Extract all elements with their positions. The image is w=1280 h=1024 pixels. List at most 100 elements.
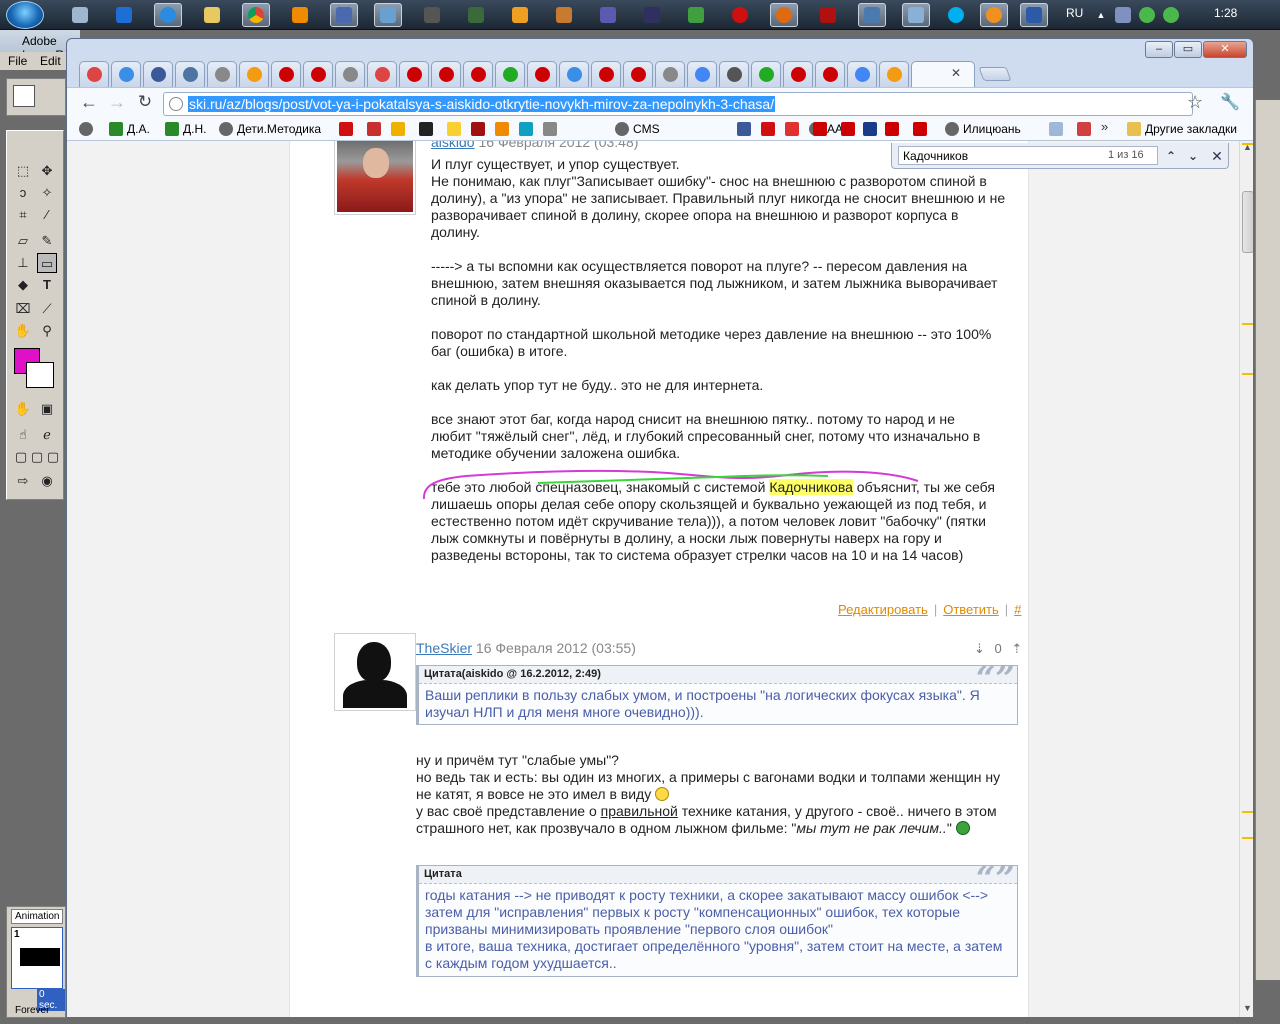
animation-tab[interactable]: Animation <box>11 909 64 924</box>
tray-app-icon[interactable] <box>1162 3 1180 27</box>
edit-link[interactable]: Редактировать <box>838 602 928 617</box>
browser-tab[interactable] <box>751 61 781 87</box>
rect-select-icon[interactable] <box>13 85 35 107</box>
browser-tab[interactable] <box>719 61 749 87</box>
browser-preview-icon[interactable]: ℯ <box>37 425 57 445</box>
bookmark-icon[interactable] <box>391 122 405 136</box>
stamp-tool-icon[interactable]: ⊥ <box>13 253 33 273</box>
reload-button[interactable]: ↻ <box>135 93 155 113</box>
browser-tab[interactable] <box>847 61 877 87</box>
skype-icon[interactable] <box>942 3 970 27</box>
menu-edit[interactable]: Edit <box>40 54 61 68</box>
crop-tool-icon[interactable]: ⌗ <box>13 205 33 225</box>
start-button[interactable] <box>6 1 44 29</box>
author-link[interactable]: TheSkier <box>416 640 472 656</box>
browser-tab[interactable] <box>591 61 621 87</box>
browser-tab[interactable] <box>623 61 653 87</box>
type-tool-icon[interactable]: T <box>37 275 57 295</box>
avatar-aiskido[interactable] <box>334 141 416 215</box>
crop-icon[interactable]: ⌧ <box>13 299 33 319</box>
browser-tab[interactable] <box>463 61 493 87</box>
vote-down-icon[interactable]: ⇣ <box>974 641 985 656</box>
calculator-icon[interactable] <box>66 3 94 27</box>
browser-tab[interactable] <box>271 61 301 87</box>
bookmark-item[interactable]: Илицюань <box>945 121 1021 137</box>
app-icon[interactable] <box>902 3 930 27</box>
media-player-icon[interactable] <box>506 3 534 27</box>
remote-desktop-icon[interactable] <box>858 3 886 27</box>
opera-icon[interactable] <box>726 3 754 27</box>
bookmark-icon[interactable] <box>1077 122 1091 136</box>
bucket-tool-icon[interactable]: ◆ <box>13 275 33 295</box>
avatar-theskier[interactable] <box>334 633 416 711</box>
active-tab[interactable] <box>911 61 975 88</box>
bookmark-icon[interactable] <box>1049 122 1063 136</box>
browser-tab[interactable] <box>335 61 365 87</box>
zoom-tool-icon[interactable]: ⚲ <box>37 321 57 341</box>
preview-icon[interactable]: ▣ <box>37 399 57 419</box>
language-indicator[interactable]: RU <box>1066 6 1083 20</box>
tab-close-icon[interactable]: ✕ <box>951 66 961 80</box>
app-icon[interactable] <box>418 3 446 27</box>
vlc-icon[interactable] <box>286 3 314 27</box>
browser-tab[interactable] <box>207 61 237 87</box>
jump-to-icon[interactable]: ◉ <box>37 471 57 491</box>
pencil-tool-icon[interactable]: ✎ <box>37 231 57 251</box>
browser-tab[interactable] <box>879 61 909 87</box>
tray-app-icon[interactable] <box>1114 3 1132 27</box>
bookmark-icon[interactable] <box>519 122 533 136</box>
eraser-tool-icon[interactable]: ▱ <box>13 231 33 251</box>
find-previous-button[interactable]: ⌃ <box>1162 147 1180 165</box>
menu-file[interactable]: File <box>8 54 27 68</box>
forward-button[interactable]: → <box>107 93 127 113</box>
bookmark-star-icon[interactable]: ☆ <box>1187 92 1203 113</box>
bookmark-icon[interactable] <box>761 122 775 136</box>
lasso-tool-icon[interactable]: ↄ <box>13 183 33 203</box>
find-next-button[interactable]: ⌄ <box>1184 147 1202 165</box>
browser-tab[interactable] <box>495 61 525 87</box>
save-icon[interactable] <box>638 3 666 27</box>
bookmark-icon[interactable] <box>885 122 899 136</box>
browser-tab[interactable] <box>175 61 205 87</box>
browser-tab[interactable] <box>239 61 269 87</box>
tray-arrow-icon[interactable]: ▲ <box>1094 3 1108 27</box>
new-tab-button[interactable] <box>978 67 1012 81</box>
firefox-icon[interactable] <box>770 3 798 27</box>
bookmark-item[interactable]: Д.А. <box>109 121 150 137</box>
minimize-button[interactable]: – <box>1145 41 1173 58</box>
word-icon[interactable] <box>1020 3 1048 27</box>
slice-tool-icon[interactable]: ⁄ <box>37 205 57 225</box>
bookmark-icon[interactable] <box>785 122 799 136</box>
browser-tab[interactable] <box>687 61 717 87</box>
bookmark-icon[interactable] <box>495 122 509 136</box>
loop-option[interactable]: Forever <box>15 1005 49 1016</box>
maximize-button[interactable]: ▭ <box>1174 41 1202 58</box>
animation-frame[interactable]: 1 <box>11 927 63 989</box>
browser-tab[interactable] <box>367 61 397 87</box>
bookmark-icon[interactable] <box>863 122 877 136</box>
browser-tab[interactable] <box>79 61 109 87</box>
bookmark-item[interactable]: CMS <box>615 121 660 137</box>
browser-tab[interactable] <box>431 61 461 87</box>
hand-icon[interactable]: ☝ <box>13 425 33 445</box>
app-icon[interactable] <box>594 3 622 27</box>
browser-tab[interactable] <box>783 61 813 87</box>
page-info-icon[interactable] <box>169 97 183 111</box>
vertical-scrollbar[interactable]: ▲ ▼ <box>1239 141 1253 1017</box>
clock[interactable]: 1:28 <box>1214 6 1237 20</box>
browser-tab[interactable] <box>399 61 429 87</box>
scroll-down-arrow-icon[interactable]: ▼ <box>1243 1003 1252 1013</box>
browser-tab[interactable] <box>303 61 333 87</box>
bookmark-icon[interactable] <box>339 122 353 136</box>
reply-link[interactable]: Ответить <box>943 602 999 617</box>
hand-tool-icon[interactable]: ✋ <box>13 321 33 341</box>
magic-wand-icon[interactable]: ✧ <box>37 183 57 203</box>
url-text[interactable]: ski.ru/az/blogs/post/vot-ya-i-pokatalsya… <box>188 96 776 112</box>
window-icon[interactable] <box>374 3 402 27</box>
app-icon[interactable] <box>462 3 490 27</box>
mode-icon[interactable]: ▢ <box>43 447 63 467</box>
browser-tab[interactable] <box>655 61 685 87</box>
bookmark-icon[interactable] <box>737 122 751 136</box>
browser-tab[interactable] <box>527 61 557 87</box>
bookmark-item[interactable] <box>79 121 97 137</box>
